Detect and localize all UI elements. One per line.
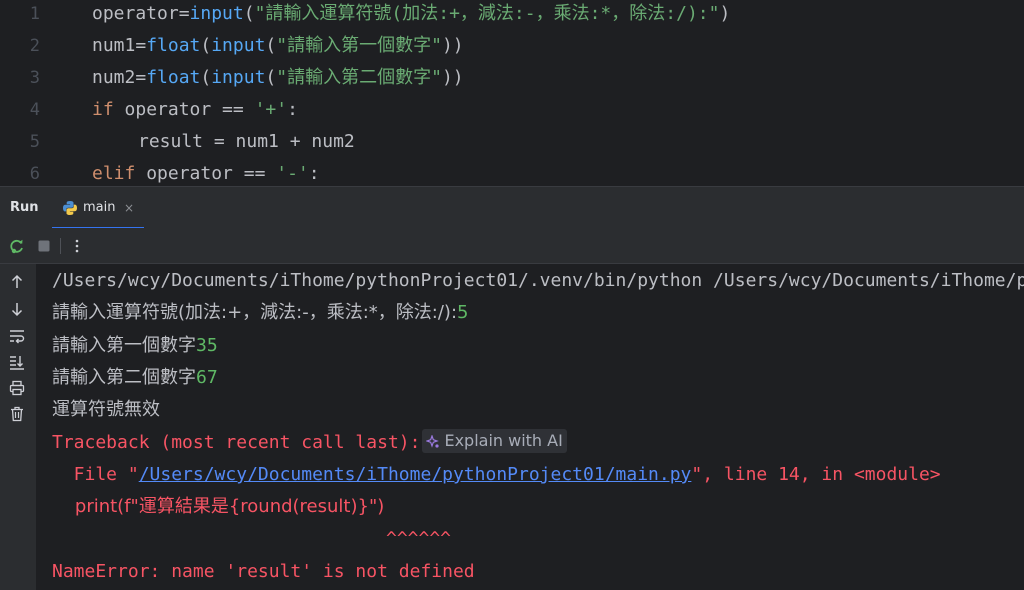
code-token: '+' bbox=[254, 99, 288, 120]
code-text[interactable]: operator=input("請輸入運算符號(加法:+，減法:-，乘法:*，除… bbox=[92, 0, 730, 30]
code-token: operator == bbox=[113, 99, 255, 120]
code-line: 3 num2=float(input("請輸入第二個數字")) bbox=[0, 62, 1024, 94]
code-token: float bbox=[146, 35, 201, 56]
code-token: num1= bbox=[92, 35, 147, 56]
code-token: float bbox=[146, 67, 201, 88]
stop-icon[interactable] bbox=[35, 237, 53, 255]
code-token: '-' bbox=[276, 163, 309, 184]
code-token: )) bbox=[441, 35, 464, 56]
prompt-text: 請輸入第一個數字 bbox=[52, 335, 196, 356]
code-token: ( bbox=[200, 35, 212, 56]
code-token: input bbox=[189, 3, 244, 24]
code-editor[interactable]: 1 operator=input("請輸入運算符號(加法:+，減法:-，乘法:*… bbox=[0, 0, 1024, 186]
traceback-text: Traceback (most recent call last): bbox=[52, 432, 421, 453]
traceback-header: Traceback (most recent call last): Explai… bbox=[52, 427, 567, 459]
line-number: 2 bbox=[29, 36, 40, 56]
code-text[interactable]: if operator == '+': bbox=[92, 94, 298, 126]
code-token: input bbox=[211, 35, 266, 56]
code-line: 4 if operator == '+': bbox=[0, 94, 1024, 126]
code-text[interactable]: num1=float(input("請輸入第一個數字")) bbox=[92, 30, 464, 62]
code-token: num2= bbox=[92, 67, 147, 88]
file-prefix: File " bbox=[52, 464, 139, 485]
code-token: ) bbox=[719, 3, 731, 24]
code-line: 6 elif operator == '-': bbox=[0, 158, 1024, 186]
code-text[interactable]: elif operator == '-': bbox=[92, 158, 320, 186]
line-number: 4 bbox=[29, 100, 40, 120]
tab-main-label: main bbox=[83, 200, 116, 215]
print-icon[interactable] bbox=[8, 379, 26, 397]
code-token: elif bbox=[92, 163, 136, 184]
user-input-text: 35 bbox=[196, 335, 218, 356]
prompt-text: 請輸入運算符號(加法:+，減法:-，乘法:*，除法:/): bbox=[52, 302, 458, 323]
file-path-link[interactable]: /Users/wcy/Documents/iThome/pythonProjec… bbox=[139, 464, 692, 485]
code-token: : bbox=[308, 163, 320, 184]
console-output-line: 請輸入第二個數字67 bbox=[52, 362, 218, 394]
error-caret-marker: ^^^^^^ bbox=[386, 528, 452, 549]
code-token: "請輸入第一個數字" bbox=[276, 35, 442, 56]
toolbar-separator bbox=[60, 238, 61, 254]
code-token: ( bbox=[200, 67, 212, 88]
code-text[interactable]: num2=float(input("請輸入第二個數字")) bbox=[92, 62, 464, 94]
explain-with-ai-label: Explain with AI bbox=[444, 431, 563, 450]
code-token: )) bbox=[441, 67, 464, 88]
arrow-up-icon[interactable] bbox=[8, 273, 26, 291]
console-side-toolbar bbox=[0, 264, 36, 590]
file-suffix: ", line 14, in <module> bbox=[691, 464, 941, 485]
arrow-down-icon[interactable] bbox=[8, 300, 26, 318]
console-output-line: 運算符號無效 bbox=[52, 399, 160, 420]
code-text[interactable]: result = num1 + num2 bbox=[138, 126, 355, 158]
scroll-to-end-icon[interactable] bbox=[8, 353, 26, 371]
run-toolbar bbox=[0, 228, 1024, 264]
line-number: 3 bbox=[29, 68, 40, 88]
console-output-line: 請輸入第一個數字35 bbox=[52, 330, 218, 362]
traceback-code-line: print(f"運算結果是{round(result)}") bbox=[52, 496, 385, 517]
code-token: "請輸入運算符號(加法:+，減法:-，乘法:*，除法:/):" bbox=[254, 3, 720, 24]
code-line: 5 result = num1 + num2 bbox=[0, 126, 1024, 158]
code-line: 1 operator=input("請輸入運算符號(加法:+，減法:-，乘法:*… bbox=[0, 0, 1024, 30]
soft-wrap-icon[interactable] bbox=[8, 327, 26, 345]
code-token: ( bbox=[243, 3, 255, 24]
user-input-text: 5 bbox=[457, 302, 469, 323]
run-panel-title: Run bbox=[10, 200, 39, 215]
explain-with-ai-button[interactable]: Explain with AI bbox=[422, 429, 567, 453]
code-line: 2 num1=float(input("請輸入第一個數字")) bbox=[0, 30, 1024, 62]
code-token: ( bbox=[265, 35, 277, 56]
code-token: input bbox=[211, 67, 266, 88]
line-number: 6 bbox=[29, 164, 40, 184]
code-token: result = num1 + num2 bbox=[138, 131, 355, 152]
run-console[interactable]: /Users/wcy/Documents/iThome/pythonProjec… bbox=[0, 264, 1024, 590]
console-output-line: 請輸入運算符號(加法:+，減法:-，乘法:*，除法:/):5 bbox=[52, 297, 468, 329]
code-token: operator= bbox=[92, 3, 190, 24]
python-icon bbox=[63, 201, 77, 215]
code-token: : bbox=[287, 99, 298, 120]
code-token: "請輸入第二個數字" bbox=[276, 67, 442, 88]
line-number: 5 bbox=[29, 132, 40, 152]
console-command-line: /Users/wcy/Documents/iThome/pythonProjec… bbox=[52, 270, 1024, 291]
rerun-icon[interactable] bbox=[8, 237, 26, 255]
prompt-text: 請輸入第二個數字 bbox=[52, 367, 196, 388]
close-icon[interactable]: × bbox=[124, 187, 134, 229]
ai-sparkle-icon bbox=[425, 434, 440, 448]
more-vertical-icon[interactable] bbox=[68, 237, 86, 255]
traceback-file-line: File "/Users/wcy/Documents/iThome/python… bbox=[52, 459, 941, 491]
trash-icon[interactable] bbox=[8, 405, 26, 423]
tab-main[interactable]: main × bbox=[52, 187, 144, 229]
error-message-line: NameError: name 'result' is not defined bbox=[52, 561, 475, 582]
code-token: ( bbox=[265, 67, 277, 88]
user-input-text: 67 bbox=[196, 367, 218, 388]
code-token: if bbox=[92, 99, 114, 120]
code-token: operator == bbox=[135, 163, 277, 184]
run-tool-window-header: Run main × bbox=[0, 186, 1024, 229]
line-number: 1 bbox=[29, 4, 40, 24]
